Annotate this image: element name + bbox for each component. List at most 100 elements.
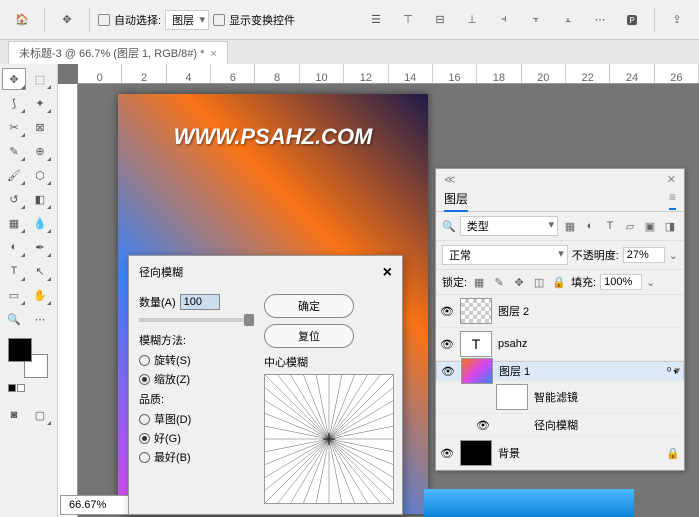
- ruler-vertical: [58, 84, 78, 517]
- layer-row[interactable]: 👁 径向模糊: [436, 414, 684, 437]
- align-top-icon[interactable]: ⊤: [394, 6, 422, 34]
- lock-pixels-icon[interactable]: ▦: [471, 274, 487, 290]
- dist-c-icon[interactable]: ⫟: [522, 6, 550, 34]
- quickmask-tool[interactable]: ◙: [2, 404, 26, 426]
- link-badge[interactable]: ᴼ▾: [666, 365, 679, 378]
- visibility-toggle[interactable]: 👁: [440, 447, 454, 460]
- amount-slider[interactable]: [139, 318, 254, 322]
- opacity-label: 不透明度:: [572, 247, 619, 263]
- dodge-tool[interactable]: ◐: [2, 236, 26, 258]
- auto-select-checkbox[interactable]: [98, 14, 110, 26]
- history-brush-tool[interactable]: ↺: [2, 188, 26, 210]
- dist-l-icon[interactable]: ⫞: [490, 6, 518, 34]
- document-tabs: 未标题-3 @ 66.7% (图层 1, RGB/8#) *×: [0, 40, 699, 64]
- show-transform-checkbox[interactable]: [213, 14, 225, 26]
- brush-tool[interactable]: 🖌: [2, 164, 26, 186]
- stamp-tool[interactable]: ⬡: [28, 164, 52, 186]
- best-radio[interactable]: 最好(B): [139, 449, 254, 465]
- foreground-color[interactable]: [8, 338, 32, 362]
- crop-tool[interactable]: ✂: [2, 116, 26, 138]
- layer-name: psahz: [498, 338, 680, 350]
- screenmode-tool[interactable]: ▢: [28, 404, 52, 426]
- dist-r-icon[interactable]: ⫠: [554, 6, 582, 34]
- gradient-tool[interactable]: ▦: [2, 212, 26, 234]
- more-icon[interactable]: ⋯: [586, 6, 614, 34]
- lock-icon: 🔒: [666, 447, 680, 460]
- filter-icon[interactable]: 🔍: [442, 220, 456, 233]
- eyedropper-tool[interactable]: ✎: [2, 140, 26, 162]
- visibility-toggle[interactable]: 👁: [441, 365, 455, 378]
- zoom-tool[interactable]: 🔍: [2, 308, 26, 330]
- ruler-horizontal: 02468101214161820222426: [78, 64, 699, 84]
- hand-tool[interactable]: ✋: [28, 284, 52, 306]
- zoom-radio[interactable]: 缩放(Z): [139, 371, 254, 387]
- quality-label: 品质:: [139, 391, 254, 407]
- filter-shape-icon[interactable]: ▱: [622, 218, 638, 234]
- align-icon[interactable]: ☰: [362, 6, 390, 34]
- eraser-tool[interactable]: ◧: [28, 188, 52, 210]
- spin-radio[interactable]: 旋转(S): [139, 352, 254, 368]
- good-radio[interactable]: 好(G): [139, 430, 254, 446]
- 3d-icon[interactable]: 🅿: [618, 6, 646, 34]
- move-tool-icon[interactable]: ✥: [53, 6, 81, 34]
- blur-tool[interactable]: 💧: [28, 212, 52, 234]
- home-icon[interactable]: 🏠: [8, 6, 36, 34]
- layer-row[interactable]: 👁背景🔒: [436, 437, 684, 470]
- auto-select-label: 自动选择:: [114, 12, 161, 28]
- frame-tool[interactable]: ⊠: [28, 116, 52, 138]
- shape-tool[interactable]: ▭: [2, 284, 26, 306]
- align-bot-icon[interactable]: ⊥: [458, 6, 486, 34]
- layer-row[interactable]: 👁Tpsahz: [436, 328, 684, 361]
- lock-all-icon[interactable]: 🔒: [551, 274, 567, 290]
- zoom-display[interactable]: 66.67%: [60, 495, 130, 515]
- wand-tool[interactable]: ✦: [28, 92, 52, 114]
- layer-name: 图层 1: [499, 363, 660, 379]
- heal-tool[interactable]: ⊕: [28, 140, 52, 162]
- blur-preview[interactable]: [264, 374, 394, 504]
- lock-art-icon[interactable]: ◫: [531, 274, 547, 290]
- lasso-tool[interactable]: ⟆: [2, 92, 26, 114]
- opacity-input[interactable]: [623, 247, 665, 263]
- visibility-toggle[interactable]: 👁: [476, 419, 490, 432]
- move-tool[interactable]: ✥: [2, 68, 26, 90]
- layer-row[interactable]: 智能滤镜: [436, 381, 684, 414]
- marquee-tool[interactable]: ⬚: [28, 68, 52, 90]
- layer-name: 图层 2: [498, 303, 680, 319]
- lock-paint-icon[interactable]: ✎: [491, 274, 507, 290]
- radial-blur-dialog: 径向模糊 × 数量(A) 模糊方法: 旋转(S) 缩放(Z) 品质: 草图(D)…: [128, 255, 403, 515]
- pen-tool[interactable]: ✒: [28, 236, 52, 258]
- filter-adjust-icon[interactable]: ◐: [582, 218, 598, 234]
- target-select[interactable]: 图层: [165, 10, 209, 30]
- visibility-toggle[interactable]: 👁: [440, 338, 454, 351]
- draft-radio[interactable]: 草图(D): [139, 411, 254, 427]
- canvas-text: WWW.PSAHZ.COM: [118, 124, 428, 150]
- visibility-toggle[interactable]: 👁: [440, 305, 454, 318]
- align-mid-icon[interactable]: ⊟: [426, 6, 454, 34]
- layers-panel: ≪✕ 图层≡ 🔍 类型 ▦ ◐ T ▱ ▣ ◨ 正常 不透明度: ⌄ 锁定: ▦…: [435, 168, 685, 471]
- close-tab-icon[interactable]: ×: [210, 48, 216, 60]
- layer-row[interactable]: 👁 图层 2: [436, 295, 684, 328]
- ok-button[interactable]: 确定: [264, 294, 354, 318]
- panel-menu-icon[interactable]: ≡: [669, 190, 676, 210]
- layer-row[interactable]: 👁 图层 1 ᴼ▾: [436, 361, 684, 381]
- layers-tab[interactable]: 图层: [444, 192, 468, 212]
- type-tool[interactable]: T: [2, 260, 26, 282]
- filter-toggle-icon[interactable]: ◨: [662, 218, 678, 234]
- amount-input[interactable]: [180, 294, 220, 310]
- filter-type-icon[interactable]: T: [602, 218, 618, 234]
- fill-input[interactable]: [600, 274, 642, 290]
- filter-select[interactable]: 类型: [460, 216, 558, 236]
- color-swatches[interactable]: [8, 338, 48, 378]
- edit-toolbar[interactable]: ⋯: [28, 308, 52, 330]
- close-icon[interactable]: ×: [383, 264, 392, 282]
- path-tool[interactable]: ↖: [28, 260, 52, 282]
- reset-button[interactable]: 复位: [264, 324, 354, 348]
- panel-close-icon[interactable]: ✕: [667, 173, 676, 186]
- filter-pixel-icon[interactable]: ▦: [562, 218, 578, 234]
- share-icon[interactable]: ⇪: [663, 6, 691, 34]
- lock-pos-icon[interactable]: ✥: [511, 274, 527, 290]
- layer-name: 径向模糊: [534, 417, 680, 433]
- blend-mode-select[interactable]: 正常: [442, 245, 568, 265]
- filter-smart-icon[interactable]: ▣: [642, 218, 658, 234]
- document-tab[interactable]: 未标题-3 @ 66.7% (图层 1, RGB/8#) *×: [8, 41, 228, 64]
